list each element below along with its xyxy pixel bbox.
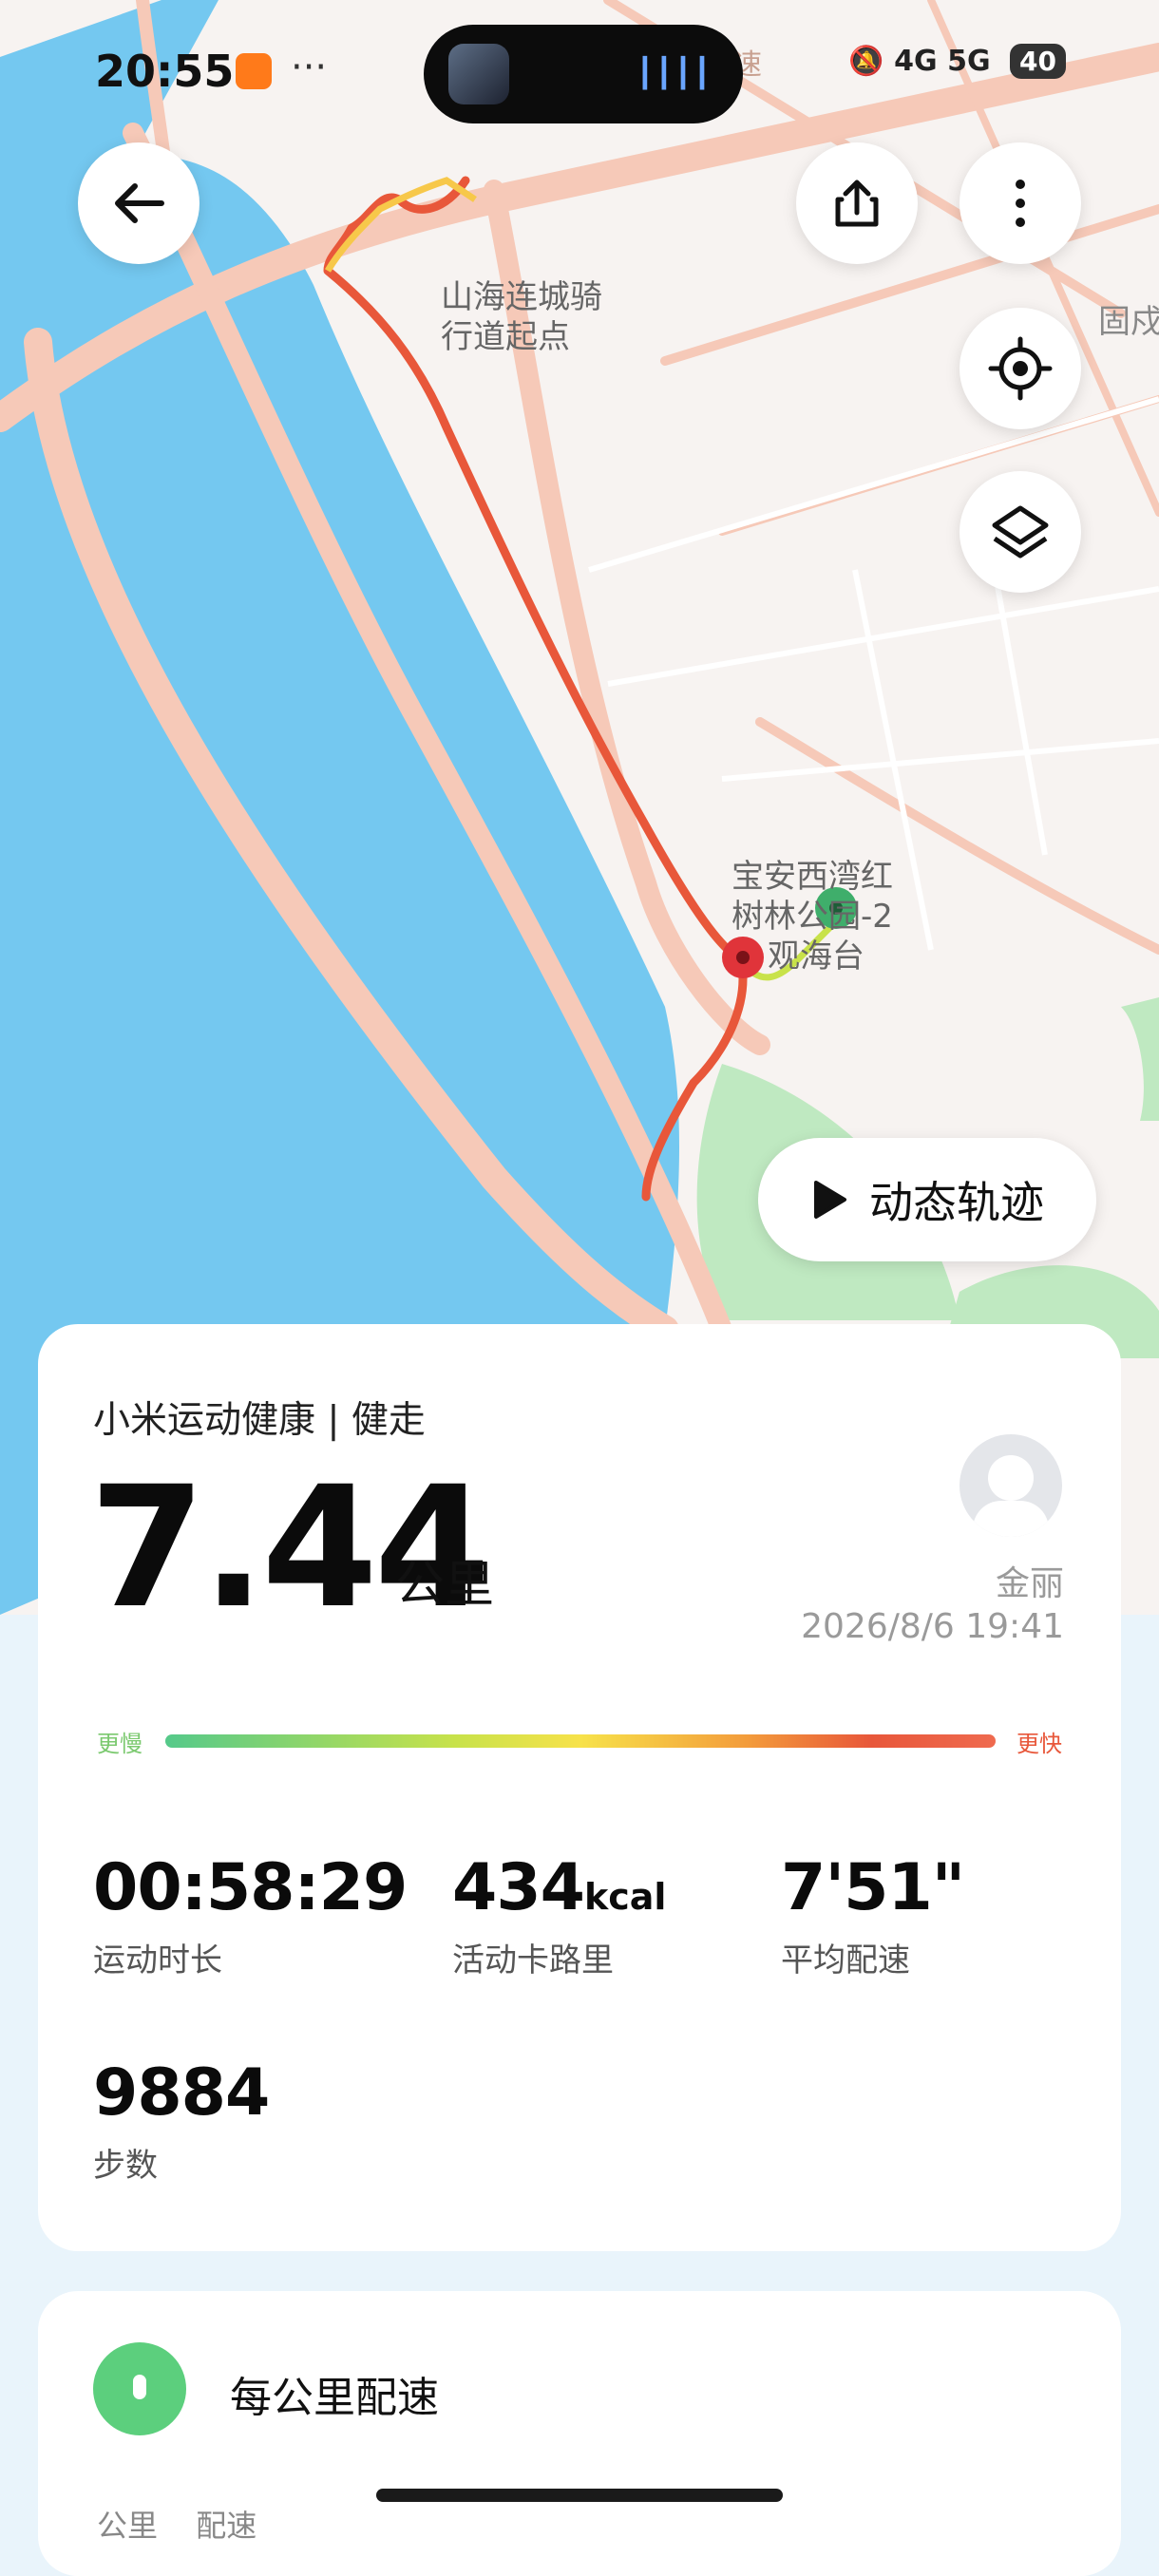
col-pace: 配速 xyxy=(196,2508,257,2544)
map-label-poi: 宝安西湾红 xyxy=(732,858,893,896)
pace-gradient-bar xyxy=(165,1734,996,1748)
avatar-body-icon xyxy=(973,1501,1049,1537)
avatar-head-icon xyxy=(988,1455,1034,1501)
stat-label: 活动卡路里 xyxy=(452,1941,614,1979)
map-label-start: 山海连城骑 xyxy=(441,278,602,316)
workout-summary-card: 小米运动健康 | 健走 7.44 公里 金丽 2026/8/6 19:41 更慢… xyxy=(38,1324,1121,2251)
pace-table-header: 公里 配速 xyxy=(97,2502,285,2546)
distance-unit: 公里 xyxy=(395,1557,495,1614)
stat-value: 00:58:29 xyxy=(93,1850,408,1925)
stat-average-pace: 7'51" 平均配速 xyxy=(781,1856,965,1980)
dynamic-track-button[interactable]: 动态轨迹 xyxy=(758,1138,1096,1261)
battery-icon: 40 xyxy=(1010,44,1066,79)
pace-drop-icon xyxy=(93,2342,186,2435)
stat-value: 9884 xyxy=(93,2055,270,2131)
back-button[interactable] xyxy=(78,142,200,264)
stat-calories: 434kcal 活动卡路里 xyxy=(452,1856,666,1980)
stat-value: 434 xyxy=(452,1850,585,1925)
locate-button[interactable] xyxy=(960,308,1081,429)
home-indicator[interactable] xyxy=(376,2489,783,2502)
app-title: 小米运动健康 | 健走 xyxy=(93,1399,426,1442)
stat-value: 7'51" xyxy=(781,1850,965,1925)
audio-wave-icon: ┃┃┃┃ xyxy=(636,57,712,90)
stat-label: 平均配速 xyxy=(781,1941,910,1979)
share-icon xyxy=(835,180,879,227)
media-thumbnail-icon xyxy=(448,44,509,104)
dynamic-track-label: 动态轨迹 xyxy=(869,1177,1044,1228)
map-label-edge: 固戍 xyxy=(1098,303,1159,341)
network-label: 4G 5G xyxy=(894,45,991,78)
more-vertical-icon xyxy=(1016,180,1025,227)
more-button[interactable] xyxy=(960,142,1081,264)
pace-per-km-card[interactable]: 每公里配速 公里 配速 xyxy=(38,2291,1121,2576)
share-button[interactable] xyxy=(796,142,918,264)
stat-steps: 9884 步数 xyxy=(93,2061,270,2186)
pace-section-title: 每公里配速 xyxy=(230,2374,439,2422)
app-notification-icon xyxy=(236,53,272,89)
avatar[interactable] xyxy=(960,1434,1062,1537)
dynamic-island[interactable]: ┃┃┃┃ xyxy=(424,25,743,123)
status-more: ··· xyxy=(291,46,328,89)
stat-label: 步数 xyxy=(93,2147,158,2185)
status-time: 20:55 xyxy=(95,46,235,97)
stat-label: 运动时长 xyxy=(93,1941,222,1979)
col-km: 公里 xyxy=(97,2508,159,2544)
stat-duration: 00:58:29 运动时长 xyxy=(93,1856,408,1980)
layers-button[interactable] xyxy=(960,471,1081,593)
layers-icon xyxy=(992,505,1049,559)
stat-unit: kcal xyxy=(583,1876,667,1918)
faster-label: 更快 xyxy=(1016,1731,1062,1757)
status-bar: 20:55 ··· ┃┃┃┃ 🔕 4G 5G 40 xyxy=(0,0,1159,142)
arrow-left-icon xyxy=(115,183,164,223)
map-label-start: 行道起点 xyxy=(441,318,570,356)
mute-bell-icon: 🔕 xyxy=(848,45,884,78)
end-marker xyxy=(722,937,764,978)
slower-label: 更慢 xyxy=(97,1731,142,1757)
map-label-poi: 观海台 xyxy=(768,938,864,975)
locate-icon xyxy=(988,336,1053,401)
play-icon xyxy=(814,1181,846,1219)
map-label-poi: 树林公园-2 xyxy=(732,898,893,936)
username: 金丽 xyxy=(995,1564,1064,1603)
workout-datetime: 2026/8/6 19:41 xyxy=(801,1607,1064,1646)
status-indicators: 🔕 4G 5G 40 xyxy=(848,44,1066,79)
